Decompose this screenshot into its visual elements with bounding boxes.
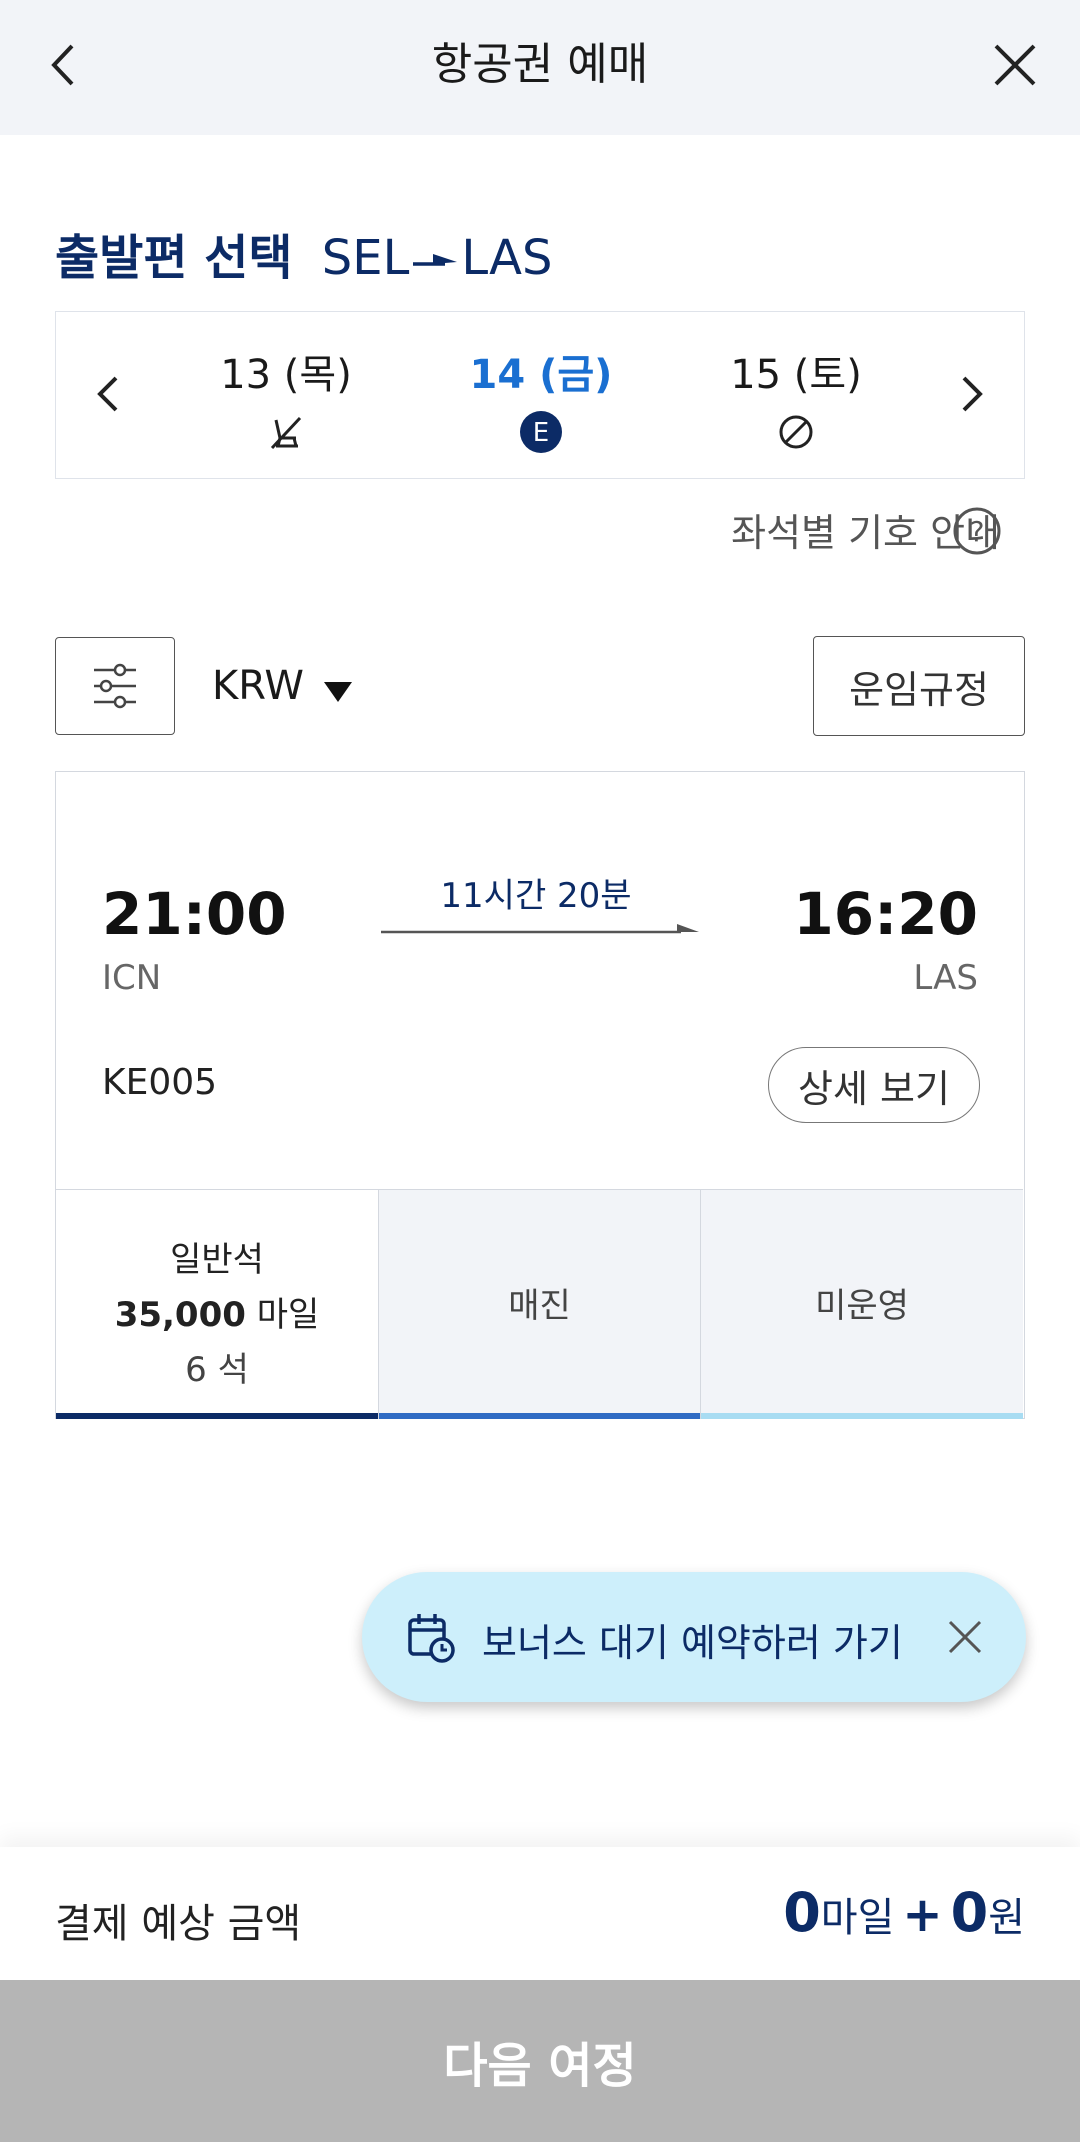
close-icon — [948, 1620, 982, 1654]
page-title: 항공권 예매 — [431, 39, 649, 90]
flight-details-button[interactable]: 상세 보기 — [768, 1047, 980, 1123]
waitlist-seat-icon — [270, 416, 302, 450]
seat-status: 미운영 — [815, 1286, 909, 1326]
next-date-button[interactable] — [940, 364, 1000, 424]
filter-button[interactable] — [55, 637, 175, 735]
seat-count: 6 석 — [185, 1350, 249, 1390]
departure-time: 21:00 — [102, 880, 287, 948]
chevron-left-icon — [97, 376, 118, 412]
economy-seat-option[interactable]: 일반석 35,000 마일 6 석 — [56, 1190, 378, 1419]
arrival-time: 16:20 — [793, 880, 978, 948]
payment-summary: 결제 예상 금액 0마일 +0원 — [0, 1847, 1080, 1980]
app-header: 항공권 예매 — [0, 0, 1080, 135]
close-button[interactable] — [980, 30, 1050, 100]
bonus-waitlist-banner[interactable]: 보너스 대기 예약하러 가기 — [362, 1572, 1026, 1702]
next-journey-button[interactable]: 다음 여정 — [0, 1980, 1080, 2142]
close-icon — [994, 44, 1036, 86]
won-amount: 0 — [950, 1881, 989, 1944]
seat-class-bar — [379, 1413, 700, 1419]
duration-arrow-icon — [381, 924, 699, 934]
bonus-close-button[interactable] — [942, 1614, 988, 1660]
miles-unit: 마일 — [820, 1895, 895, 1941]
plane-arrow-icon — [413, 254, 458, 266]
seat-price-unit: 마일 — [256, 1295, 320, 1335]
seat-price-value: 35,000 — [114, 1295, 246, 1335]
question-circle-icon: ? — [953, 507, 1001, 555]
flight-card: 21:00 11시간 20분 16:20 ICN LAS KE005 상세 보기… — [55, 771, 1025, 1419]
date-label: 14 (금) — [469, 352, 613, 398]
flight-number: KE005 — [102, 1062, 218, 1103]
currency-select[interactable]: KRW — [212, 663, 304, 709]
date-item-13[interactable]: 13 (목) — [196, 342, 376, 454]
route-label: 출발편 선택 — [55, 230, 293, 286]
seat-class-bar — [56, 1413, 378, 1419]
help-button[interactable]: ? — [952, 506, 1002, 556]
seat-status: 매진 — [508, 1286, 571, 1326]
prev-date-button[interactable] — [80, 364, 140, 424]
unavailable-icon — [779, 415, 813, 449]
not-operated-seat-option: 미운영 — [700, 1190, 1023, 1419]
won-unit: 원 — [988, 1895, 1025, 1941]
seat-class-bar — [701, 1413, 1023, 1419]
payment-amount: 0마일 +0원 — [783, 1881, 1025, 1944]
date-selector: 13 (목) 14 (금) E 15 (토) — [55, 311, 1025, 479]
arrival-airport: LAS — [913, 958, 978, 998]
miles-amount: 0 — [783, 1881, 821, 1944]
date-label: 13 (목) — [220, 352, 352, 398]
flight-duration: 11시간 20분 — [440, 876, 632, 916]
payment-label: 결제 예상 금액 — [55, 1901, 302, 1947]
plus-sign: + — [902, 1887, 943, 1943]
chevron-right-icon — [962, 376, 983, 412]
date-label: 15 (토) — [730, 352, 862, 398]
filter-sliders-icon — [94, 663, 136, 709]
route-origin: SEL — [321, 230, 410, 286]
date-item-15[interactable]: 15 (토) — [706, 342, 886, 454]
seat-price: 35,000 마일 — [56, 1287, 378, 1336]
calendar-clock-icon — [408, 1614, 455, 1663]
route-destination: LAS — [461, 230, 553, 286]
date-item-14[interactable]: 14 (금) E — [451, 342, 631, 454]
svg-text:E: E — [533, 418, 549, 448]
departure-airport: ICN — [102, 958, 162, 998]
seat-class-row: 일반석 35,000 마일 6 석 매진 미운영 — [56, 1189, 1023, 1419]
economy-e-badge-icon: E — [520, 411, 562, 453]
sold-out-seat-option: 매진 — [378, 1190, 700, 1419]
caret-down-icon[interactable] — [322, 680, 354, 704]
seat-class-label: 일반석 — [170, 1240, 264, 1280]
route-title: 출발편 선택 SEL LAS — [55, 218, 552, 288]
svg-text:?: ? — [970, 515, 985, 548]
bonus-waitlist-label: 보너스 대기 예약하러 가기 — [482, 1621, 903, 1665]
fare-rules-button[interactable]: 운임규정 — [813, 636, 1025, 736]
